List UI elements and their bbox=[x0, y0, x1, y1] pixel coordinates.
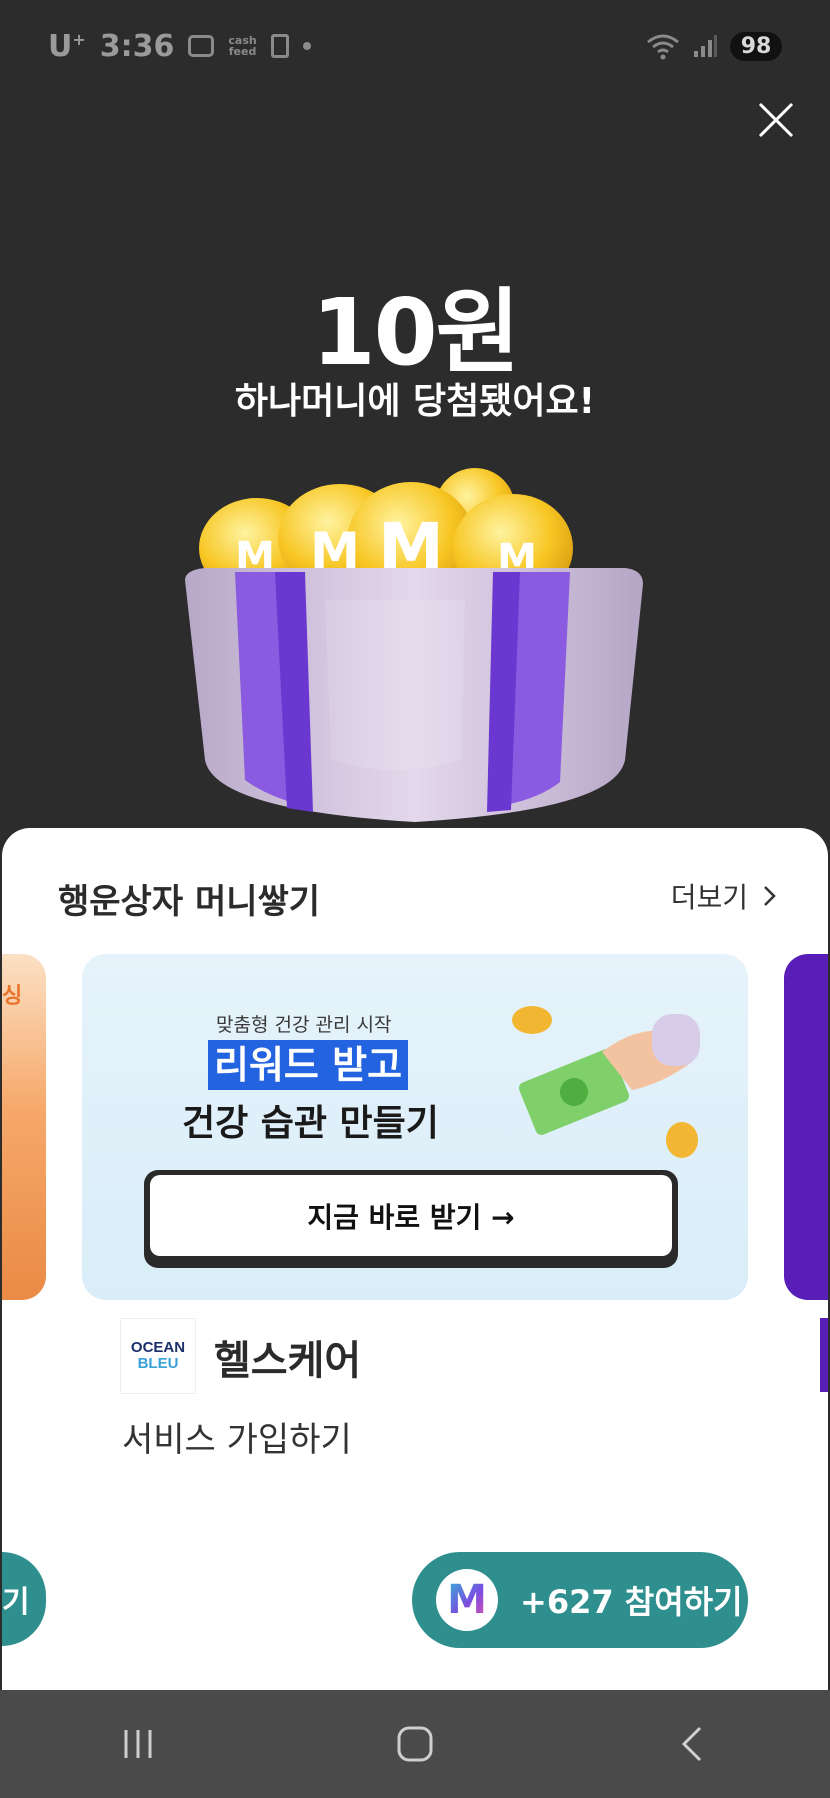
notification-dot-icon bbox=[302, 42, 311, 50]
money-hand-illustration bbox=[512, 1006, 700, 1158]
brand-logo: OCEAN BLEU bbox=[120, 1318, 196, 1394]
banner-cta-button[interactable]: 지금 바로 받기 → bbox=[144, 1170, 678, 1268]
system-nav-bar bbox=[0, 1690, 830, 1798]
money-m-icon: M bbox=[436, 1569, 498, 1631]
banner-subtitle: 맞춤형 건강 관리 시작 bbox=[216, 1014, 392, 1036]
wifi-icon bbox=[647, 34, 679, 60]
home-icon bbox=[397, 1726, 433, 1762]
sheet-title: 행운상자 머니쌓기 bbox=[58, 882, 321, 922]
close-icon bbox=[758, 102, 794, 138]
status-right: 98 bbox=[646, 31, 782, 61]
chevron-right-icon bbox=[764, 886, 776, 906]
previous-join-button[interactable]: 기 bbox=[2, 1552, 46, 1646]
cashfeed-icon: cash feed bbox=[228, 34, 257, 58]
clock: 3:36 bbox=[99, 28, 175, 64]
close-button[interactable] bbox=[752, 96, 800, 144]
previous-card-text: 싱 bbox=[2, 984, 23, 1009]
signal-icon bbox=[694, 35, 717, 57]
back-icon bbox=[681, 1726, 701, 1762]
brand-name: 헬스케어 bbox=[214, 1338, 362, 1384]
lucky-box-illustration: M M M M bbox=[185, 468, 643, 822]
join-button[interactable]: M +627 참여하기 bbox=[412, 1552, 748, 1648]
home-button[interactable] bbox=[375, 1714, 455, 1774]
join-label: +627 참여하기 bbox=[520, 1583, 743, 1621]
banner-headline-highlight: 리워드 받고 bbox=[208, 1040, 409, 1090]
document-icon bbox=[270, 34, 289, 58]
back-button[interactable] bbox=[652, 1714, 732, 1774]
next-card-strip bbox=[820, 1318, 828, 1392]
status-left: U+ 3:36 cash feed bbox=[48, 29, 311, 64]
next-card[interactable] bbox=[784, 954, 828, 1300]
more-label: 더보기 bbox=[670, 881, 748, 914]
bottom-sheet: 행운상자 머니쌓기 더보기 싱 맞춤형 건강 관리 시작 리워드 받고 건강 습… bbox=[2, 828, 828, 1690]
brand-action: 서비스 가입하기 bbox=[122, 1420, 352, 1460]
prize-message: 하나머니에 당첨됐어요! bbox=[234, 381, 596, 422]
recent-apps-icon bbox=[124, 1730, 152, 1758]
status-bar: U+ 3:36 cash feed 98 bbox=[0, 0, 830, 92]
banner-cta-label: 지금 바로 받기 → bbox=[150, 1175, 672, 1256]
previous-card[interactable]: 싱 bbox=[2, 954, 46, 1300]
screenshot-icon bbox=[188, 35, 215, 57]
more-link[interactable]: 더보기 bbox=[671, 876, 778, 916]
recent-apps-button[interactable] bbox=[98, 1714, 178, 1774]
promo-banner[interactable]: 맞춤형 건강 관리 시작 리워드 받고 건강 습관 만들기 지금 바로 받기 → bbox=[82, 954, 748, 1300]
banner-headline: 건강 습관 만들기 bbox=[182, 1103, 439, 1144]
battery-indicator: 98 bbox=[730, 31, 782, 61]
carrier-label: U+ bbox=[48, 28, 86, 64]
